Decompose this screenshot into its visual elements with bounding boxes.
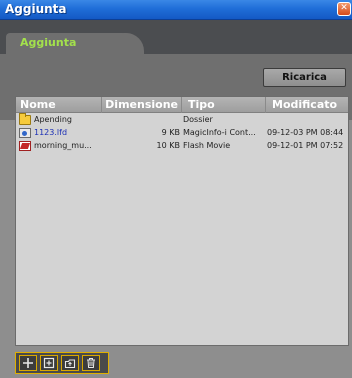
column-header-type[interactable]: Tipo — [182, 97, 266, 113]
file-list-header: Nome Dimensione Tipo Modificato — [16, 97, 348, 113]
file-list[interactable]: Nome Dimensione Tipo Modificato Apending… — [15, 96, 349, 346]
item-modified: 09-12-03 PM 08:44 — [267, 128, 344, 137]
item-size: 10 KB — [156, 141, 180, 150]
upload-folder-button[interactable] — [61, 355, 79, 371]
item-modified: 09-12-01 PM 07:52 — [267, 141, 344, 150]
window-title: Aggiunta — [5, 2, 67, 16]
import-icon — [43, 357, 55, 369]
tab-aggiunta-label: Aggiunta — [20, 36, 77, 49]
bottom-toolbar — [15, 352, 109, 374]
title-bar[interactable]: Aggiunta ✕ — [0, 0, 352, 20]
magicinfo-file-icon — [19, 128, 31, 138]
upload-folder-icon — [64, 359, 76, 369]
delete-button[interactable] — [82, 355, 100, 371]
item-name: Apending — [34, 115, 72, 124]
folder-icon — [19, 113, 31, 125]
item-size: 9 KB — [161, 128, 180, 137]
item-name: morning_mu... — [34, 141, 92, 150]
list-item[interactable]: Apending Dossier — [16, 113, 348, 126]
add-button[interactable] — [19, 355, 37, 371]
trash-icon — [87, 358, 95, 368]
import-button[interactable] — [40, 355, 58, 371]
reload-button[interactable]: Ricarica — [263, 68, 346, 87]
flash-movie-icon — [19, 141, 31, 151]
add-icon — [23, 358, 33, 368]
item-name: 1123.lfd — [34, 128, 68, 137]
list-item[interactable]: 1123.lfd 9 KB MagicInfo-i Cont... 09-12-… — [16, 127, 348, 139]
column-header-size[interactable]: Dimensione — [102, 97, 182, 113]
item-type: MagicInfo-i Cont... — [183, 128, 256, 137]
close-icon[interactable]: ✕ — [337, 2, 351, 16]
column-header-name[interactable]: Nome — [16, 97, 102, 113]
item-type: Flash Movie — [183, 141, 231, 150]
item-type: Dossier — [183, 115, 213, 124]
aggiunta-window: Aggiunta ✕ Aggiunta Ricarica Nome Dimens… — [0, 0, 352, 378]
column-header-modified[interactable]: Modificato — [266, 97, 348, 113]
list-item[interactable]: morning_mu... 10 KB Flash Movie 09-12-01… — [16, 140, 348, 152]
